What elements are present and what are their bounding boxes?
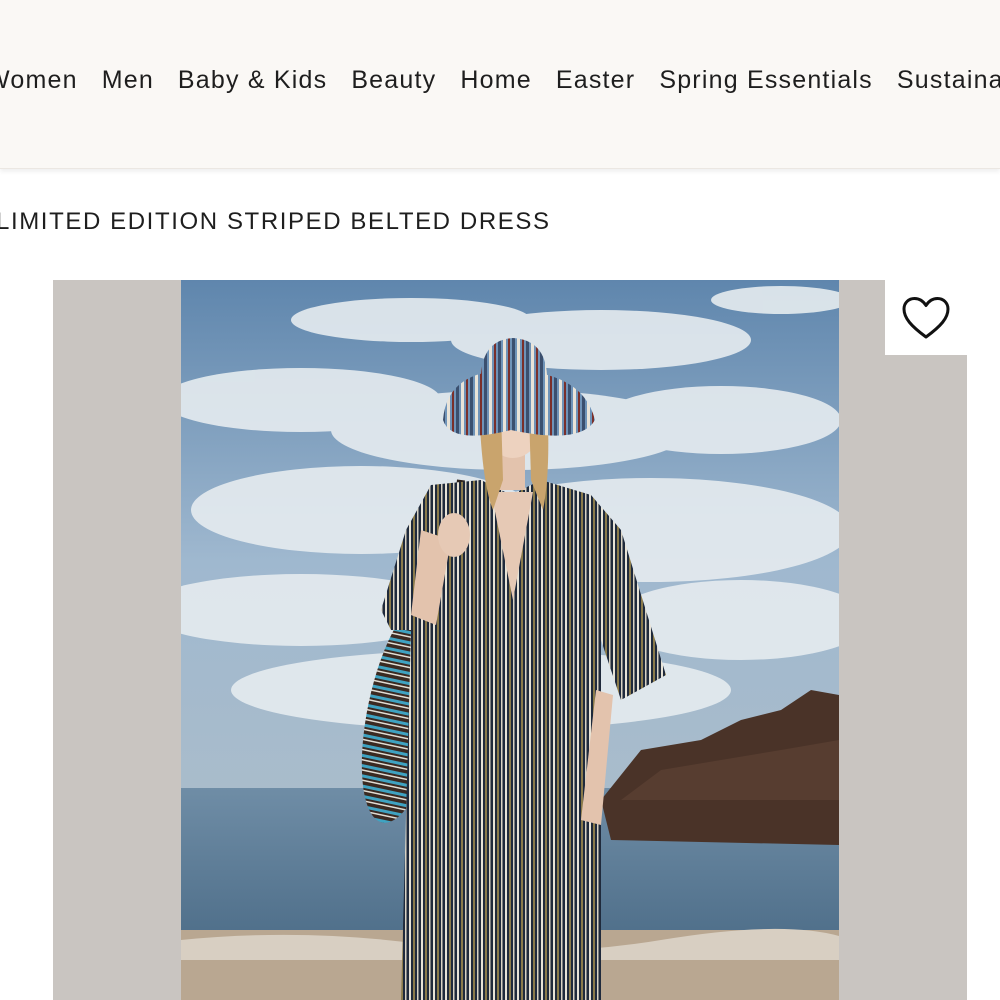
nav-item-spring-essentials[interactable]: Spring Essentials — [647, 64, 885, 96]
product-image-panel[interactable] — [53, 280, 967, 1000]
nav-item-beauty[interactable]: Beauty — [339, 64, 448, 96]
category-nav-list: Women Men Baby & Kids Beauty Home Easter… — [0, 64, 1000, 96]
product-photo[interactable] — [181, 280, 839, 1000]
wishlist-button[interactable] — [885, 280, 967, 355]
product-photo-illustration — [181, 280, 839, 1000]
nav-item-women[interactable]: Women — [0, 64, 90, 96]
nav-item-sustainability[interactable]: Sustainability — [885, 64, 1000, 96]
nav-item-easter[interactable]: Easter — [544, 64, 647, 96]
heart-outline-icon — [902, 296, 950, 338]
top-navigation: Women Men Baby & Kids Beauty Home Easter… — [0, 0, 1000, 169]
nav-item-home[interactable]: Home — [448, 64, 544, 96]
nav-item-men[interactable]: Men — [90, 64, 166, 96]
product-title: LIMITED EDITION STRIPED BELTED DRESS — [0, 208, 551, 235]
nav-item-baby-kids[interactable]: Baby & Kids — [166, 64, 339, 96]
